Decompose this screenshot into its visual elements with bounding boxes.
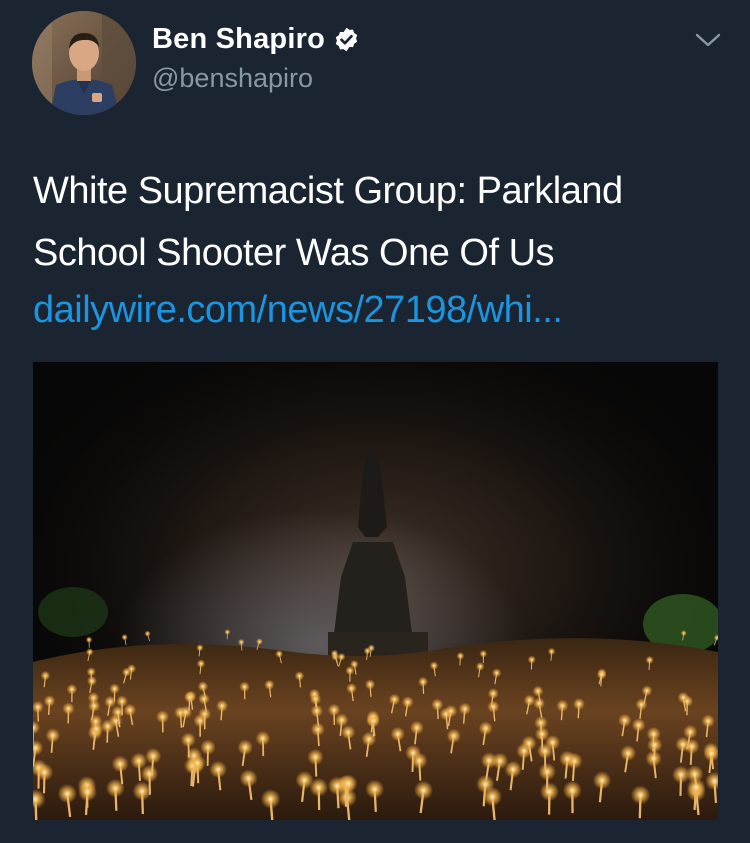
author-avatar[interactable] [32,11,136,115]
tweet-text-line: School Shooter Was One Of Us [33,232,555,274]
tweet-text: White Supremacist Group: Parkland School… [33,160,723,284]
tweet-text-line: White Supremacist Group: Parkland [33,170,623,212]
tweet-link[interactable]: dailywire.com/news/27198/whi... [33,282,563,338]
verified-badge-icon [333,26,360,53]
author-name-row[interactable]: Ben Shapiro [152,23,360,56]
author-display-name[interactable]: Ben Shapiro [152,23,325,56]
chevron-down-icon[interactable] [694,30,722,50]
tweet-card[interactable]: Ben Shapiro @benshapiro White Supremacis… [0,0,750,843]
author-handle[interactable]: @benshapiro [152,63,313,94]
tweet-media-photo[interactable] [33,362,718,820]
